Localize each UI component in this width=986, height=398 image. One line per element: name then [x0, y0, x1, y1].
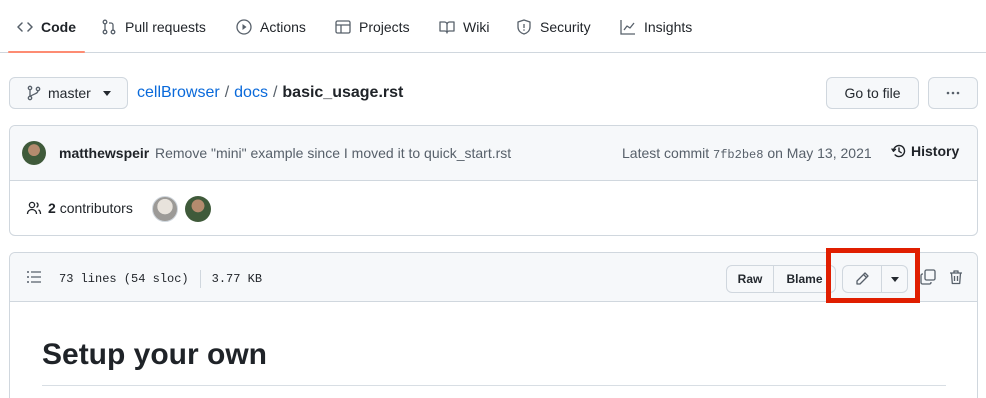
shield-icon	[517, 18, 531, 35]
git-branch-icon	[27, 85, 41, 101]
people-icon	[26, 201, 42, 215]
highlight-box	[826, 248, 920, 303]
tab-actions-label: Actions	[260, 18, 306, 35]
view-mode-group: Raw Blame	[726, 265, 836, 293]
commit-box: matthewspeir Remove "mini" example since…	[9, 125, 978, 236]
tab-insights-label: Insights	[644, 18, 693, 35]
history-icon	[891, 144, 906, 158]
commit-author[interactable]: matthewspeir	[59, 145, 149, 161]
avatar[interactable]	[22, 141, 46, 165]
breadcrumb-separator: /	[224, 84, 230, 101]
breadcrumb-separator: /	[272, 84, 278, 101]
breadcrumb-folder-link[interactable]: docs	[234, 84, 268, 102]
breadcrumb-repo-link[interactable]: cellBrowser	[137, 84, 220, 102]
tab-wiki[interactable]: Wiki	[439, 0, 489, 53]
tab-code-label: Code	[41, 18, 76, 35]
kebab-horizontal-icon	[946, 91, 960, 95]
latest-commit-info: Latest commit 7fb2be8 on May 13, 2021	[622, 145, 872, 162]
history-label: History	[911, 143, 960, 159]
chevron-down-icon	[102, 90, 111, 96]
latest-commit-label: Latest commit	[622, 145, 710, 161]
repo-nav: Code Pull requests Actions Projects Wiki…	[0, 0, 986, 53]
file-size: 3.77 KB	[211, 272, 263, 286]
tab-projects[interactable]: Projects	[335, 0, 410, 53]
document-heading: Setup your own	[42, 338, 267, 371]
contributors-link[interactable]: 2 contributors	[26, 200, 133, 216]
heading-rule	[42, 385, 946, 386]
commit-date: on May 13, 2021	[767, 145, 872, 161]
tab-security-label: Security	[540, 18, 591, 35]
tab-wiki-label: Wiki	[463, 18, 490, 35]
git-pull-request-icon	[102, 19, 116, 34]
contributors-label: contributors	[59, 200, 133, 216]
contributors-count: 2	[48, 200, 56, 216]
tab-code[interactable]: Code	[17, 0, 76, 53]
play-icon	[236, 18, 252, 35]
copy-icon[interactable]	[920, 269, 936, 285]
avatar[interactable]	[152, 196, 178, 222]
latest-commit-bar: matthewspeir Remove "mini" example since…	[10, 126, 977, 181]
history-button[interactable]: History	[891, 143, 959, 159]
raw-button[interactable]: Raw	[726, 265, 774, 293]
tab-security[interactable]: Security	[516, 0, 591, 53]
breadcrumb-file-name: basic_usage.rst	[282, 84, 404, 101]
branch-name: master	[48, 85, 91, 101]
breadcrumb: cellBrowser / docs / basic_usage.rst	[137, 84, 403, 102]
graph-icon	[620, 19, 635, 35]
tab-actions[interactable]: Actions	[236, 0, 306, 53]
commit-sha[interactable]: 7fb2be8	[713, 148, 763, 162]
code-icon	[17, 21, 33, 32]
file-lines: 73 lines (54 sloc)	[59, 272, 189, 286]
tab-projects-label: Projects	[359, 18, 410, 35]
tab-insights[interactable]: Insights	[620, 0, 692, 53]
more-options-button[interactable]	[928, 77, 978, 109]
trash-icon[interactable]	[948, 269, 964, 285]
avatar[interactable]	[185, 196, 211, 222]
commit-message[interactable]: Remove "mini" example since I moved it t…	[155, 145, 511, 161]
tab-pull-requests[interactable]: Pull requests	[101, 0, 206, 53]
book-icon	[439, 20, 455, 34]
branch-select-button[interactable]: master	[9, 77, 128, 109]
table-icon	[335, 19, 351, 34]
go-to-file-button[interactable]: Go to file	[826, 77, 919, 109]
file-info: 73 lines (54 sloc) 3.77 KB	[59, 270, 262, 288]
divider	[199, 270, 201, 288]
tab-pull-requests-label: Pull requests	[125, 18, 206, 35]
active-tab-underline	[8, 51, 85, 53]
list-unordered-icon[interactable]	[26, 269, 42, 285]
